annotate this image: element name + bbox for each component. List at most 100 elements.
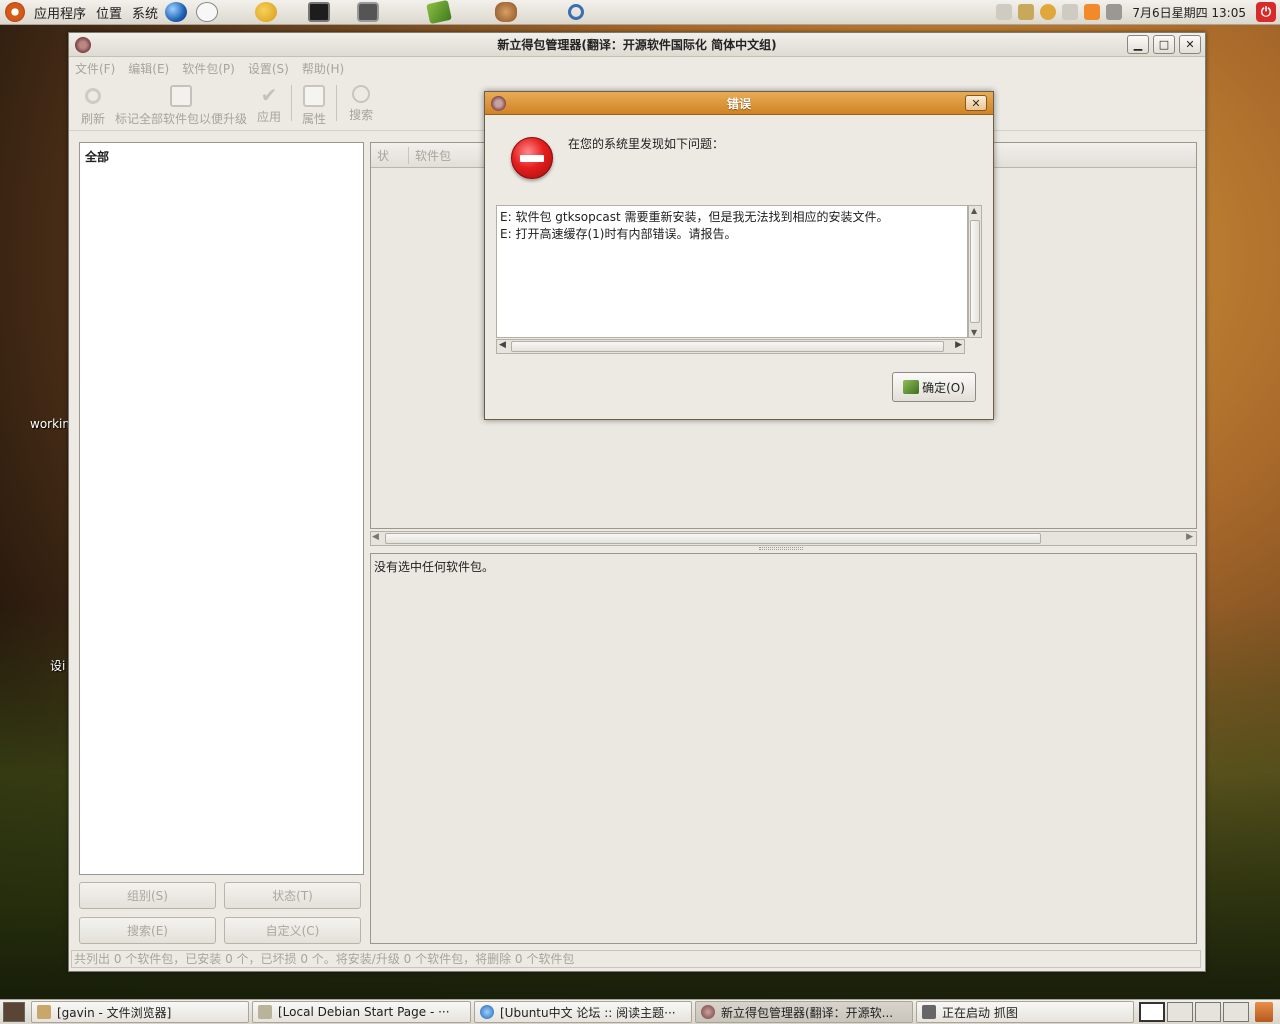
taskbar-item-debian-start[interactable]: [Local Debian Start Page - ··· xyxy=(252,1001,471,1023)
desktop-icon-label[interactable]: 设i xyxy=(50,657,65,674)
screenshot-launcher-icon[interactable] xyxy=(357,2,380,22)
menu-settings[interactable]: 设置(S) xyxy=(248,60,289,77)
trash-icon[interactable] xyxy=(1255,1002,1273,1022)
places-menu[interactable]: 位置 xyxy=(91,3,127,22)
mark-all-upgrades-label: 标记全部软件包以便升级 xyxy=(115,112,248,126)
minimize-button[interactable]: ▁ xyxy=(1127,35,1149,54)
filter-all[interactable]: 全部 xyxy=(85,148,109,165)
filter-list[interactable]: 全部 xyxy=(79,142,364,875)
messenger-launcher-icon[interactable] xyxy=(255,2,278,22)
error-details-hscrollbar[interactable]: ◀ ▶ xyxy=(496,339,965,354)
ubuntu-logo-icon[interactable] xyxy=(5,2,25,22)
menu-help[interactable]: 帮助(H) xyxy=(302,60,344,77)
input-method-icon[interactable] xyxy=(1018,4,1035,20)
status-button[interactable]: 状态(T) xyxy=(224,882,361,909)
mark-all-upgrades-button[interactable]: 标记全部软件包以便升级 xyxy=(113,85,255,127)
task-label: 正在启动 抓图 xyxy=(942,1005,1018,1020)
scroll-up-icon[interactable]: ▲ xyxy=(971,206,977,215)
firefox-icon xyxy=(480,1005,494,1019)
taskbar-item-screenshot[interactable]: 正在启动 抓图 xyxy=(916,1001,1134,1023)
scroll-right-icon[interactable]: ▶ xyxy=(955,340,962,350)
system-tray: 7月6日星期四 13:05 ⏻ xyxy=(996,2,1280,22)
firefox-launcher-icon[interactable] xyxy=(165,2,188,22)
terminal-launcher-icon[interactable] xyxy=(308,2,331,22)
toolbar-separator xyxy=(291,85,293,121)
scroll-down-icon[interactable]: ▼ xyxy=(971,328,977,337)
window-titlebar[interactable]: 新立得包管理器(翻译：开源软件国际化 简体中文组) ▁ □ ✕ xyxy=(69,33,1205,57)
menu-package[interactable]: 软件包(P) xyxy=(182,60,235,77)
ok-icon xyxy=(903,380,920,394)
apply-button[interactable]: ✔ 应用 xyxy=(255,85,289,125)
volume-icon[interactable] xyxy=(1106,4,1123,20)
applications-menu[interactable]: 应用程序 xyxy=(29,3,91,22)
dialog-close-button[interactable]: ✕ xyxy=(965,95,987,111)
task-label: [Ubuntu中文 论坛 :: 阅读主题··· xyxy=(500,1005,676,1020)
workspace-1[interactable] xyxy=(1139,1002,1165,1022)
dialog-titlebar[interactable]: 错误 ✕ xyxy=(485,92,993,115)
window-title: 新立得包管理器(翻译：开源软件国际化 简体中文组) xyxy=(497,38,777,52)
scroll-right-icon[interactable]: ▶ xyxy=(1186,532,1193,542)
refresh-button[interactable]: 刷新 xyxy=(73,85,113,127)
error-line: E: 打开高速缓存(1)时有内部错误。请报告。 xyxy=(500,227,737,241)
maximize-button[interactable]: □ xyxy=(1153,35,1175,54)
browser-page-icon xyxy=(258,1005,272,1019)
task-label: 新立得包管理器(翻译：开源软... xyxy=(721,1005,894,1020)
close-button[interactable]: ✕ xyxy=(1179,35,1201,54)
status-bar: 共列出 0 个软件包，已安装 0 个，已坏损 0 个。将安装/升级 0 个软件包… xyxy=(71,950,1201,968)
search-label: 搜索 xyxy=(349,108,374,122)
error-stop-icon xyxy=(511,137,553,179)
workspace-3[interactable] xyxy=(1195,1002,1221,1022)
package-list-hscrollbar[interactable]: ◀ ▶ xyxy=(370,531,1197,546)
dictionary-launcher-icon[interactable] xyxy=(426,0,452,25)
scroll-left-icon[interactable]: ◀ xyxy=(372,532,379,542)
synaptic-app-icon xyxy=(701,1005,715,1019)
gnome-launcher-icon[interactable] xyxy=(495,2,518,22)
mark-upgrades-icon xyxy=(170,85,193,107)
scrollbar-thumb[interactable] xyxy=(385,533,1041,544)
menu-file[interactable]: 文件(F) xyxy=(75,60,115,77)
details-text: 没有选中任何软件包。 xyxy=(374,560,495,574)
properties-icon xyxy=(303,85,326,107)
clock[interactable]: 7月6日星期四 13:05 xyxy=(1128,4,1250,21)
printer-icon[interactable] xyxy=(1062,4,1079,20)
synaptic-app-icon xyxy=(491,96,506,111)
custom-filters-button[interactable]: 自定义(C) xyxy=(224,917,361,944)
error-line: E: 软件包 gtksopcast 需要重新安装，但是我无法找到相应的安装文件。 xyxy=(500,210,889,224)
error-dialog: 错误 ✕ 在您的系统里发现如下问题： E: 软件包 gtksopcast 需要重… xyxy=(484,91,994,420)
user-icon[interactable] xyxy=(1040,4,1057,20)
desktop-icon-label[interactable]: workin xyxy=(30,417,70,431)
error-details-vscrollbar[interactable]: ▲ ▼ xyxy=(968,205,982,338)
properties-button[interactable]: 属性 xyxy=(294,85,334,127)
system-menu[interactable]: 系统 xyxy=(127,3,163,22)
column-status[interactable]: 状 xyxy=(371,146,409,164)
network-icon[interactable] xyxy=(996,4,1013,20)
checkmark-icon: ✔ xyxy=(260,83,278,107)
menubar: 文件(F) 编辑(E) 软件包(P) 设置(S) 帮助(H) xyxy=(69,57,1205,79)
search-results-button[interactable]: 搜索(E) xyxy=(79,917,216,944)
scrollbar-thumb[interactable] xyxy=(970,220,980,323)
taskbar-item-ubuntu-forum[interactable]: [Ubuntu中文 论坛 :: 阅读主题··· xyxy=(474,1001,692,1023)
shutdown-icon[interactable]: ⏻ xyxy=(1256,2,1276,22)
refresh-icon xyxy=(85,88,101,104)
update-notifier-icon[interactable] xyxy=(1084,4,1101,20)
mail-launcher-icon[interactable] xyxy=(196,2,219,22)
search-button[interactable]: 搜索 xyxy=(339,85,381,123)
taskbar-item-synaptic[interactable]: 新立得包管理器(翻译：开源软... xyxy=(695,1001,913,1023)
search-launcher-icon[interactable] xyxy=(568,4,585,20)
menu-edit[interactable]: 编辑(E) xyxy=(128,60,169,77)
refresh-label: 刷新 xyxy=(81,112,106,126)
ok-label: 确定(O) xyxy=(922,380,965,395)
show-desktop-icon[interactable] xyxy=(3,1002,25,1022)
error-details-text[interactable]: E: 软件包 gtksopcast 需要重新安装，但是我无法找到相应的安装文件。… xyxy=(496,205,968,338)
dialog-title: 错误 xyxy=(726,96,751,111)
workspace-4[interactable] xyxy=(1223,1002,1249,1022)
workspace-2[interactable] xyxy=(1167,1002,1193,1022)
sections-button[interactable]: 组别(S) xyxy=(79,882,216,909)
scroll-left-icon[interactable]: ◀ xyxy=(499,340,506,350)
pane-splitter-handle[interactable] xyxy=(759,547,803,550)
column-package[interactable]: 软件包 xyxy=(409,147,451,164)
top-panel: 应用程序 位置 系统 7月6日星期四 13:05 ⏻ xyxy=(0,0,1280,25)
ok-button[interactable]: 确定(O) xyxy=(892,372,976,402)
taskbar-item-file-browser[interactable]: [gavin - 文件浏览器] xyxy=(31,1001,249,1023)
scrollbar-thumb[interactable] xyxy=(511,341,944,352)
